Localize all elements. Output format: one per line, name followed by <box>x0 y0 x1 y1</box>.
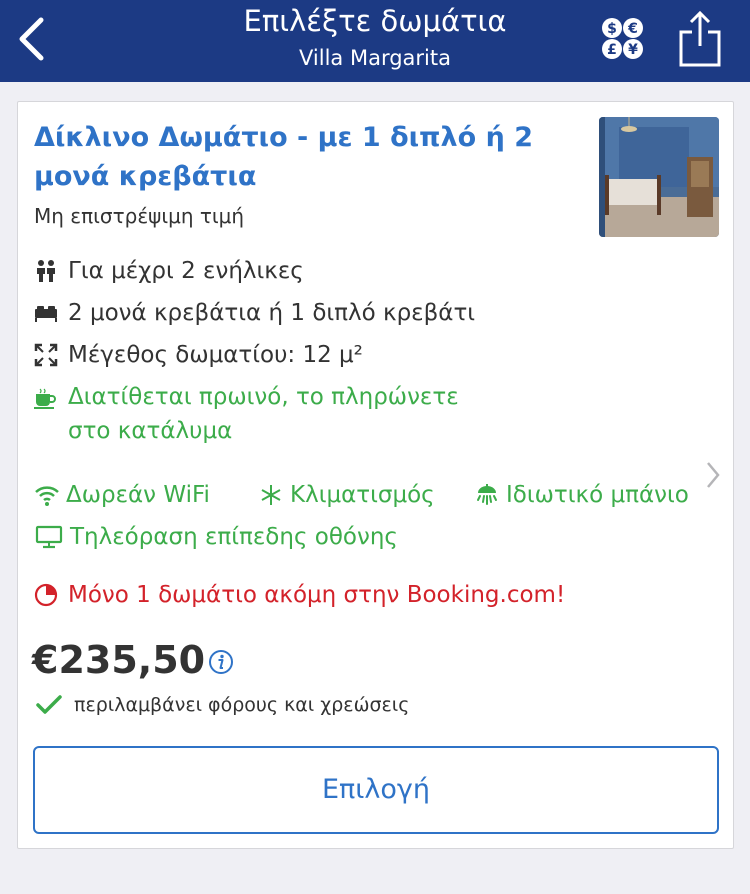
bed-configuration: 2 μονά κρεβάτια ή 1 διπλό κρεβάτι <box>34 300 475 326</box>
refund-policy: Μη επιστρέψιμη τιμή <box>34 204 245 228</box>
room-size-text: Μέγεθος δωματίου: 12 μ² <box>68 342 363 368</box>
snowflake-icon <box>261 485 281 505</box>
svg-text:£: £ <box>607 42 617 58</box>
room-size-icon <box>34 343 58 367</box>
breakfast-text-line2: στο κατάλυμα <box>68 418 233 444</box>
breakfast-text-line1: Διατίθεται πρωινό, το πληρώνετε <box>68 384 459 410</box>
svg-text:€: € <box>627 21 638 37</box>
amenity-flat-screen-tv: Τηλεόραση επίπεδης οθόνης <box>34 524 398 550</box>
room-title[interactable]: Δίκλινο Δωμάτιο - με 1 διπλό ή 2 μονά κρ… <box>34 118 574 196</box>
share-icon <box>679 10 721 67</box>
amenity-private-bathroom: Ιδιωτικό μπάνιο <box>474 482 689 508</box>
room-price: €235,50 <box>32 638 206 682</box>
currency-button[interactable]: $ € £ ¥ <box>600 16 646 62</box>
tv-icon <box>35 525 63 549</box>
share-button[interactable] <box>678 10 722 68</box>
room-card[interactable]: Δίκλινο Δωμάτιο - με 1 διπλό ή 2 μονά κρ… <box>17 101 734 849</box>
clock-pie-icon <box>34 583 58 607</box>
max-guests-text: Για μέχρι 2 ενήλικες <box>68 258 304 284</box>
amenity-flat-screen-tv-text: Τηλεόραση επίπεδης οθόνης <box>70 524 398 550</box>
info-icon[interactable] <box>208 649 234 675</box>
currency-icon: $ € £ ¥ <box>602 18 643 59</box>
bed-configuration-text: 2 μονά κρεβάτια ή 1 διπλό κρεβάτι <box>68 300 476 326</box>
checkmark-icon <box>36 695 62 714</box>
max-guests: Για μέχρι 2 ενήλικες <box>34 258 304 284</box>
svg-text:¥: ¥ <box>628 42 638 58</box>
amenity-private-bathroom-text: Ιδιωτικό μπάνιο <box>506 482 689 508</box>
top-navigation-bar: Επιλέξτε δωμάτια Villa Margarita $ € £ ¥ <box>0 0 750 82</box>
select-room-button[interactable]: Επιλογή <box>33 746 719 834</box>
amenity-air-conditioning-text: Κλιματισμός <box>290 482 435 508</box>
coffee-cup-icon <box>34 388 56 409</box>
guests-icon <box>37 260 55 282</box>
amenity-air-conditioning: Κλιματισμός <box>258 482 435 508</box>
room-photo[interactable] <box>599 117 719 237</box>
shower-icon <box>477 484 497 505</box>
taxes-note: περιλαμβάνει φόρους και χρεώσεις <box>36 694 409 716</box>
bed-icon <box>35 306 57 322</box>
taxes-note-text: περιλαμβάνει φόρους και χρεώσεις <box>74 694 410 716</box>
svg-text:$: $ <box>607 21 617 37</box>
scarcity-message: Μόνο 1 δωμάτιο ακόμη στην Booking.com! <box>34 582 565 608</box>
chevron-right-icon[interactable] <box>705 460 721 490</box>
scarcity-text: Μόνο 1 δωμάτιο ακόμη στην Booking.com! <box>68 582 566 608</box>
amenity-wifi: Δωρεάν WiFi <box>34 482 210 508</box>
room-size: Μέγεθος δωματίου: 12 μ² <box>34 342 363 368</box>
wifi-icon <box>35 486 59 506</box>
amenity-wifi-text: Δωρεάν WiFi <box>66 482 210 508</box>
